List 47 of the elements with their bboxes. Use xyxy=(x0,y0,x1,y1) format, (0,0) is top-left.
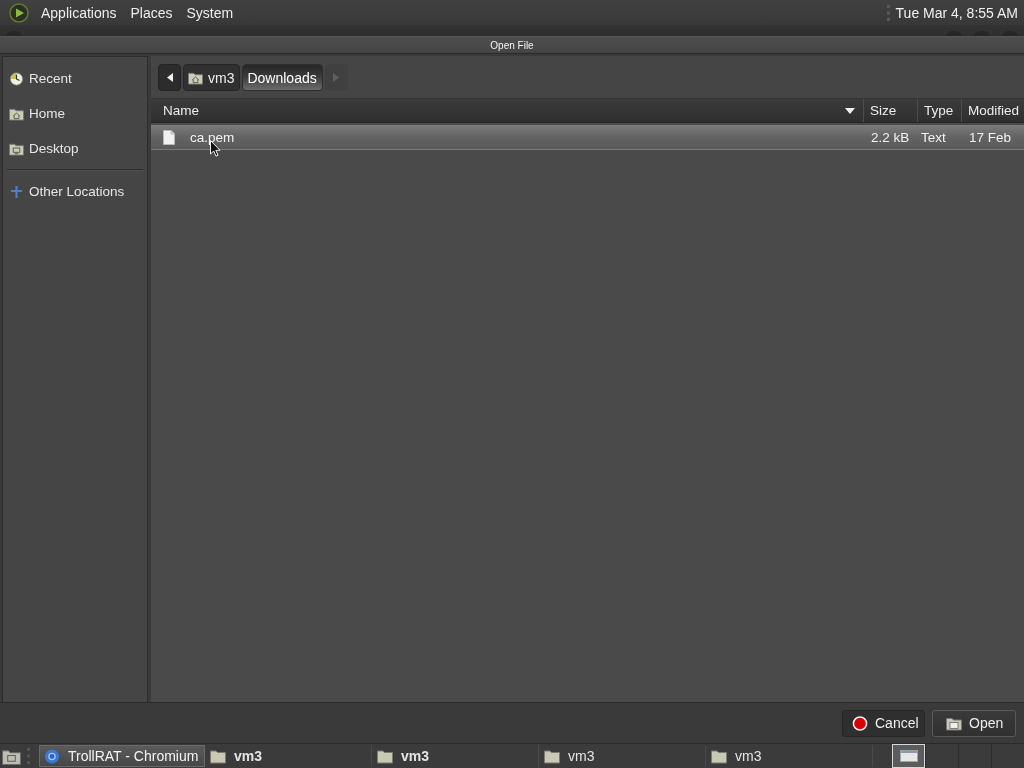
sidebar-item[interactable]: Other Locations xyxy=(3,174,147,209)
column-header[interactable]: Type xyxy=(917,99,961,122)
clock-text[interactable]: Tue Mar 4, 8:55 AM xyxy=(895,4,1018,21)
column-header[interactable]: Size xyxy=(863,99,917,122)
column-header[interactable]: Name xyxy=(151,99,863,122)
menu-item[interactable]: System xyxy=(179,4,241,21)
table-cell-text: 2.2 kB xyxy=(870,129,911,145)
taskbar-window-button[interactable]: vm3 xyxy=(206,745,372,767)
path-button[interactable]: Downloads xyxy=(242,64,323,91)
open-button[interactable]: Open xyxy=(932,709,1016,737)
play-logo-icon[interactable] xyxy=(9,2,29,23)
table-cell-text: 17 Feb xyxy=(968,129,1013,145)
back-button[interactable] xyxy=(158,64,181,91)
folder-icon xyxy=(377,748,393,764)
menu-item[interactable]: Places xyxy=(123,4,180,21)
stop-circle-icon xyxy=(852,715,868,731)
taskbar-window-button[interactable]: vm3 xyxy=(540,745,706,767)
sidebar-item[interactable]: Desktop xyxy=(3,131,147,166)
folder-icon xyxy=(711,748,727,764)
desktop-folder-icon xyxy=(9,141,24,156)
taskbar-window-button[interactable]: vm3 xyxy=(707,745,873,767)
column-header[interactable]: Modified xyxy=(961,99,1024,122)
sidebar-item[interactable]: Home xyxy=(3,96,147,131)
path-button[interactable]: vm3 xyxy=(183,64,241,91)
clock-icon xyxy=(9,71,24,86)
taskbar-window-button[interactable]: TrollRAT - Chromium xyxy=(39,745,205,767)
window-thumbnail-icon xyxy=(899,750,918,762)
right-arrow-icon xyxy=(333,73,340,82)
folder-icon xyxy=(210,748,226,764)
menu-item[interactable]: Applications xyxy=(34,4,124,21)
browser-icon xyxy=(44,748,60,764)
sort-caret-icon xyxy=(845,107,855,114)
home-folder-icon xyxy=(9,106,24,121)
sidebar-item[interactable]: Recent xyxy=(3,61,147,96)
plus-icon xyxy=(9,184,24,199)
cancel-button[interactable]: Cancel xyxy=(842,709,925,737)
left-arrow-icon xyxy=(166,73,173,82)
file-row[interactable]: ca.pem 2.2 kB Text 17 Feb xyxy=(151,125,1024,150)
folder-icon xyxy=(946,715,962,731)
document-icon xyxy=(163,129,175,145)
file-name: ca.pem xyxy=(190,129,235,145)
home-folder-icon xyxy=(188,70,203,85)
table-cell-text: Text xyxy=(920,129,947,145)
desktop-folder-icon xyxy=(1,747,21,765)
window-title: Open File xyxy=(490,39,534,51)
taskbar-window-button[interactable]: vm3 xyxy=(373,745,539,767)
folder-icon xyxy=(544,748,560,764)
